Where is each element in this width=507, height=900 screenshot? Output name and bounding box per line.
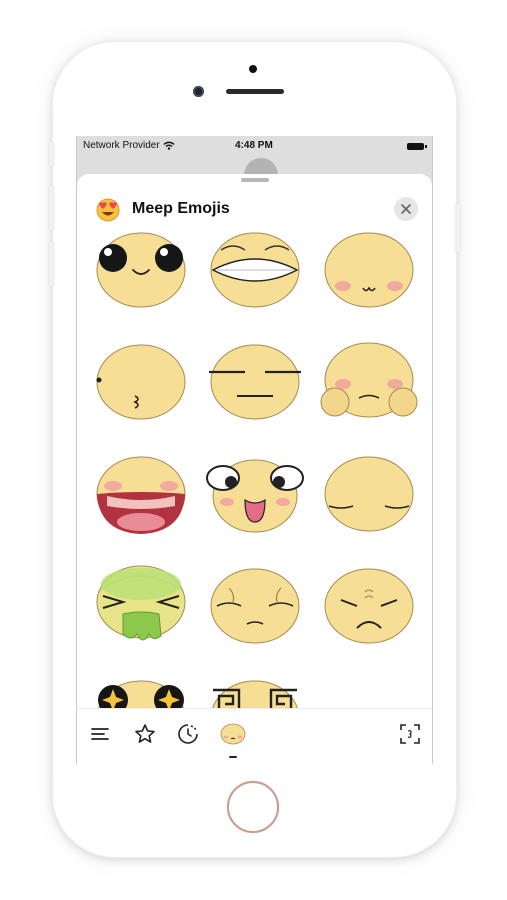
menu-button[interactable] — [87, 721, 113, 747]
bottom-toolbar — [77, 708, 432, 764]
sticker-pained-relief[interactable] — [207, 562, 303, 648]
close-icon — [401, 204, 411, 214]
sticker-open-mouth-wide[interactable] — [93, 450, 189, 536]
carrier-name: Network Provider — [83, 140, 160, 151]
favorites-star-icon — [135, 724, 155, 743]
sticker-spiral-eyes[interactable] — [207, 674, 303, 708]
recent-button[interactable] — [175, 721, 201, 747]
sticker-sleepy[interactable] — [321, 450, 417, 536]
sheet-grabber[interactable] — [241, 178, 269, 182]
selected-indicator — [229, 756, 237, 758]
power-button — [455, 204, 460, 252]
status-bar: Network Provider 4:48 PM — [77, 136, 432, 156]
sticker-kiss[interactable] — [93, 338, 189, 424]
sticker-cheeks-squish[interactable] — [320, 338, 418, 424]
heart-eyes-emoji-icon — [96, 198, 120, 222]
earpiece-speaker — [226, 89, 284, 94]
favorites-button[interactable] — [132, 721, 158, 747]
sticker-grid — [77, 226, 432, 708]
sheet-title: Meep Emojis — [132, 200, 230, 217]
sticker-frown-worried[interactable] — [321, 562, 417, 648]
meep-pack-tab[interactable] — [220, 721, 246, 747]
sticker-grin-squint[interactable] — [207, 226, 303, 312]
menu-icon — [91, 728, 109, 740]
front-camera — [193, 86, 204, 97]
screen: Network Provider 4:48 PM Meep Emojis — [76, 136, 433, 764]
battery-icon — [407, 143, 427, 150]
meep-pack-icon — [220, 723, 246, 745]
home-button[interactable] — [227, 781, 279, 833]
sticker-sparkle-eyes[interactable] — [93, 674, 189, 708]
expand-icon — [400, 724, 420, 744]
sticker-sheet: Meep Emojis — [77, 174, 432, 764]
volume-up-button — [49, 186, 54, 230]
wifi-icon — [163, 141, 175, 150]
sheet-header: Meep Emojis — [77, 186, 432, 226]
status-time: 4:48 PM — [235, 140, 273, 151]
close-button[interactable] — [394, 197, 418, 221]
sticker-big-eyes-smile[interactable] — [93, 226, 189, 312]
sticker-blush-smile[interactable] — [321, 226, 417, 312]
sticker-goofy-tongue[interactable] — [206, 450, 304, 536]
mute-switch — [49, 142, 54, 166]
proximity-sensor — [249, 65, 257, 73]
sticker-neutral-straight[interactable] — [207, 338, 303, 424]
recent-clock-icon — [178, 724, 198, 744]
sticker-sick-vomit[interactable] — [93, 562, 189, 648]
volume-down-button — [49, 242, 54, 286]
expand-button[interactable] — [397, 721, 423, 747]
carrier-group: Network Provider — [83, 140, 175, 151]
